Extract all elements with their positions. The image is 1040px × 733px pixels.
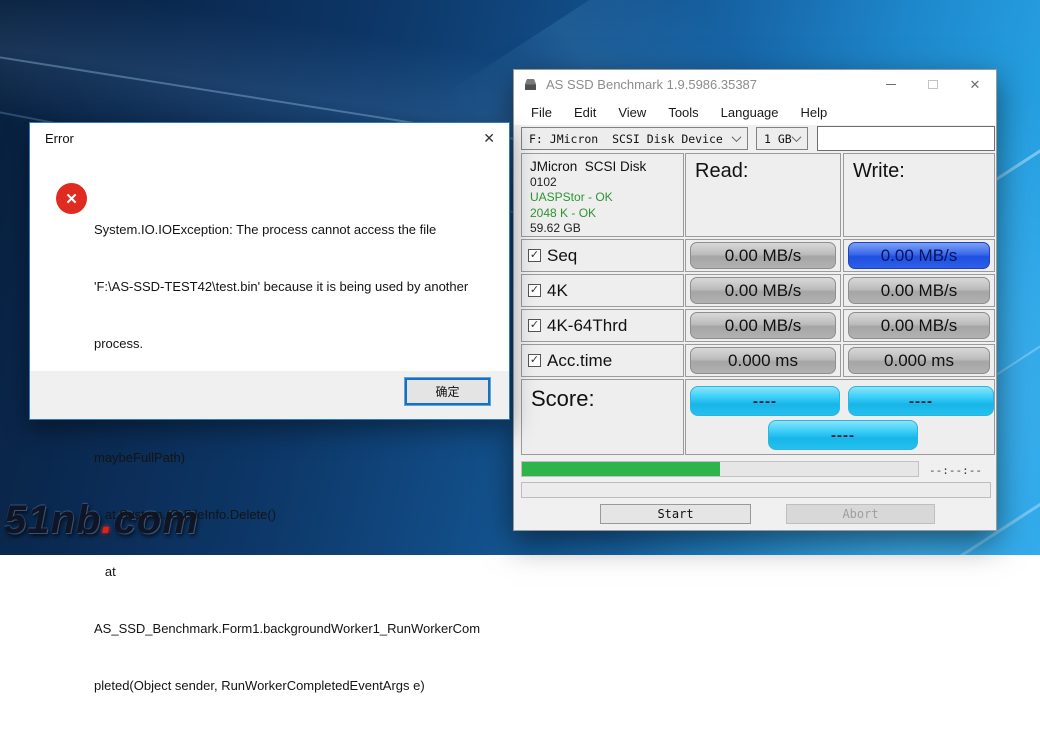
acctime-write-value: 0.000 ms xyxy=(848,347,990,374)
minimize-icon xyxy=(886,84,896,86)
checkbox-4k64[interactable]: ✓ xyxy=(528,319,541,332)
chevron-down-icon xyxy=(792,132,802,142)
acctime-read-cell: 0.000 ms xyxy=(685,344,841,377)
disk-capacity: 59.62 GB xyxy=(530,221,675,237)
score-label-cell: Score: xyxy=(521,379,684,455)
watermark-text: 51nb xyxy=(4,498,101,542)
table-row-acctime-label: ✓ Acc.time xyxy=(521,344,684,377)
test-size-value: 1 GB xyxy=(764,132,792,146)
error-message: System.IO.IOException: The process canno… xyxy=(94,182,480,733)
acctime-write-cell: 0.000 ms xyxy=(843,344,995,377)
chevron-down-icon xyxy=(732,132,742,142)
4k64-read-value: 0.00 MB/s xyxy=(690,312,836,339)
score-values-cell: ---- ---- ---- xyxy=(685,379,995,455)
4k-write-cell: 0.00 MB/s xyxy=(843,274,995,307)
4k-write-value: 0.00 MB/s xyxy=(848,277,990,304)
disk-info-panel: JMicron SCSI Disk 0102 UASPStor - OK 204… xyxy=(521,153,684,237)
test-size-select[interactable]: 1 GB xyxy=(756,127,808,150)
4k64-write-value: 0.00 MB/s xyxy=(848,312,990,339)
seq-write-value: 0.00 MB/s xyxy=(848,242,990,269)
minimize-button[interactable] xyxy=(870,70,912,99)
window-title: AS SSD Benchmark 1.9.5986.35387 xyxy=(546,77,757,92)
close-button[interactable]: ✕ xyxy=(954,70,996,99)
abort-button[interactable]: Abort xyxy=(786,504,935,524)
checkbox-acctime[interactable]: ✓ xyxy=(528,354,541,367)
seq-read-cell: 0.00 MB/s xyxy=(685,239,841,272)
write-column-header: Write: xyxy=(843,153,995,237)
error-message-line: maybeFullPath) xyxy=(94,448,480,467)
maximize-button[interactable] xyxy=(912,70,954,99)
menu-edit[interactable]: Edit xyxy=(563,105,607,120)
score-write-value: ---- xyxy=(848,386,994,416)
time-remaining: --:--:-- xyxy=(929,464,989,477)
menu-view[interactable]: View xyxy=(607,105,657,120)
error-message-line: AS_SSD_Benchmark.Form1.backgroundWorker1… xyxy=(94,619,480,638)
score-read-value: ---- xyxy=(690,386,840,416)
menu-file[interactable]: File xyxy=(520,105,563,120)
error-message-line: pleted(Object sender, RunWorkerCompleted… xyxy=(94,676,480,695)
error-icon: ✕ xyxy=(56,183,87,214)
benchmark-progress-fill xyxy=(522,462,720,476)
table-row-4k-label: ✓ 4K xyxy=(521,274,684,307)
error-message-line: at xyxy=(94,562,480,581)
dialog-footer: 确定 xyxy=(30,371,509,419)
title-bar: AS SSD Benchmark 1.9.5986.35387 ✕ xyxy=(514,70,996,99)
dialog-title-bar: Error ✕ xyxy=(30,123,509,153)
4k-read-cell: 0.00 MB/s xyxy=(685,274,841,307)
checkbox-4k[interactable]: ✓ xyxy=(528,284,541,297)
table-row-4k64-label: ✓ 4K-64Thrd xyxy=(521,309,684,342)
dialog-close-button[interactable]: ✕ xyxy=(483,130,495,147)
maximize-icon xyxy=(928,80,938,89)
start-button[interactable]: Start xyxy=(600,504,751,524)
score-label: Score: xyxy=(522,380,683,418)
disk-firmware: 0102 xyxy=(530,175,675,191)
alignment-status: 2048 K - OK xyxy=(530,206,675,222)
as-ssd-benchmark-window: AS SSD Benchmark 1.9.5986.35387 ✕ File E… xyxy=(513,69,997,531)
ok-button[interactable]: 确定 xyxy=(405,378,490,405)
error-message-line: at System.IO.FileInfo.Delete() xyxy=(94,505,480,524)
error-message-line: 'F:\AS-SSD-TEST42\test.bin' because it i… xyxy=(94,277,480,296)
driver-status: UASPStor - OK xyxy=(530,190,675,206)
test-label: Acc.time xyxy=(547,351,612,371)
test-label: 4K xyxy=(547,281,568,301)
seq-read-value: 0.00 MB/s xyxy=(690,242,836,269)
disk-model: JMicron SCSI Disk xyxy=(530,159,675,175)
menu-language[interactable]: Language xyxy=(710,105,790,120)
dialog-title: Error xyxy=(45,131,74,146)
error-message-line: process. xyxy=(94,334,480,353)
score-total-value: ---- xyxy=(768,420,918,450)
4k64-write-cell: 0.00 MB/s xyxy=(843,309,995,342)
read-column-header: Read: xyxy=(685,153,841,237)
drive-select[interactable]: F: JMicron SCSI Disk Device xyxy=(521,127,748,150)
4k64-read-cell: 0.00 MB/s xyxy=(685,309,841,342)
seq-write-cell: 0.00 MB/s xyxy=(843,239,995,272)
close-icon: ✕ xyxy=(970,77,981,93)
checkbox-seq[interactable]: ✓ xyxy=(528,249,541,262)
4k-read-value: 0.00 MB/s xyxy=(690,277,836,304)
test-label: 4K-64Thrd xyxy=(547,316,627,336)
acctime-read-value: 0.000 ms xyxy=(690,347,836,374)
result-textbox[interactable] xyxy=(817,126,995,151)
table-row-seq-label: ✓ Seq xyxy=(521,239,684,272)
app-icon xyxy=(523,78,538,91)
error-dialog: Error ✕ ✕ System.IO.IOException: The pro… xyxy=(29,122,510,420)
error-message-line: System.IO.IOException: The process canno… xyxy=(94,220,480,239)
menu-help[interactable]: Help xyxy=(790,105,839,120)
secondary-progress-bar xyxy=(521,482,991,498)
menu-tools[interactable]: Tools xyxy=(657,105,709,120)
benchmark-progress-bar xyxy=(521,461,919,477)
drive-select-value: F: JMicron SCSI Disk Device xyxy=(529,132,723,146)
window-controls: ✕ xyxy=(870,70,996,99)
test-label: Seq xyxy=(547,246,577,266)
toolbar: F: JMicron SCSI Disk Device 1 GB xyxy=(514,125,996,153)
menu-bar: File Edit View Tools Language Help xyxy=(514,99,996,125)
